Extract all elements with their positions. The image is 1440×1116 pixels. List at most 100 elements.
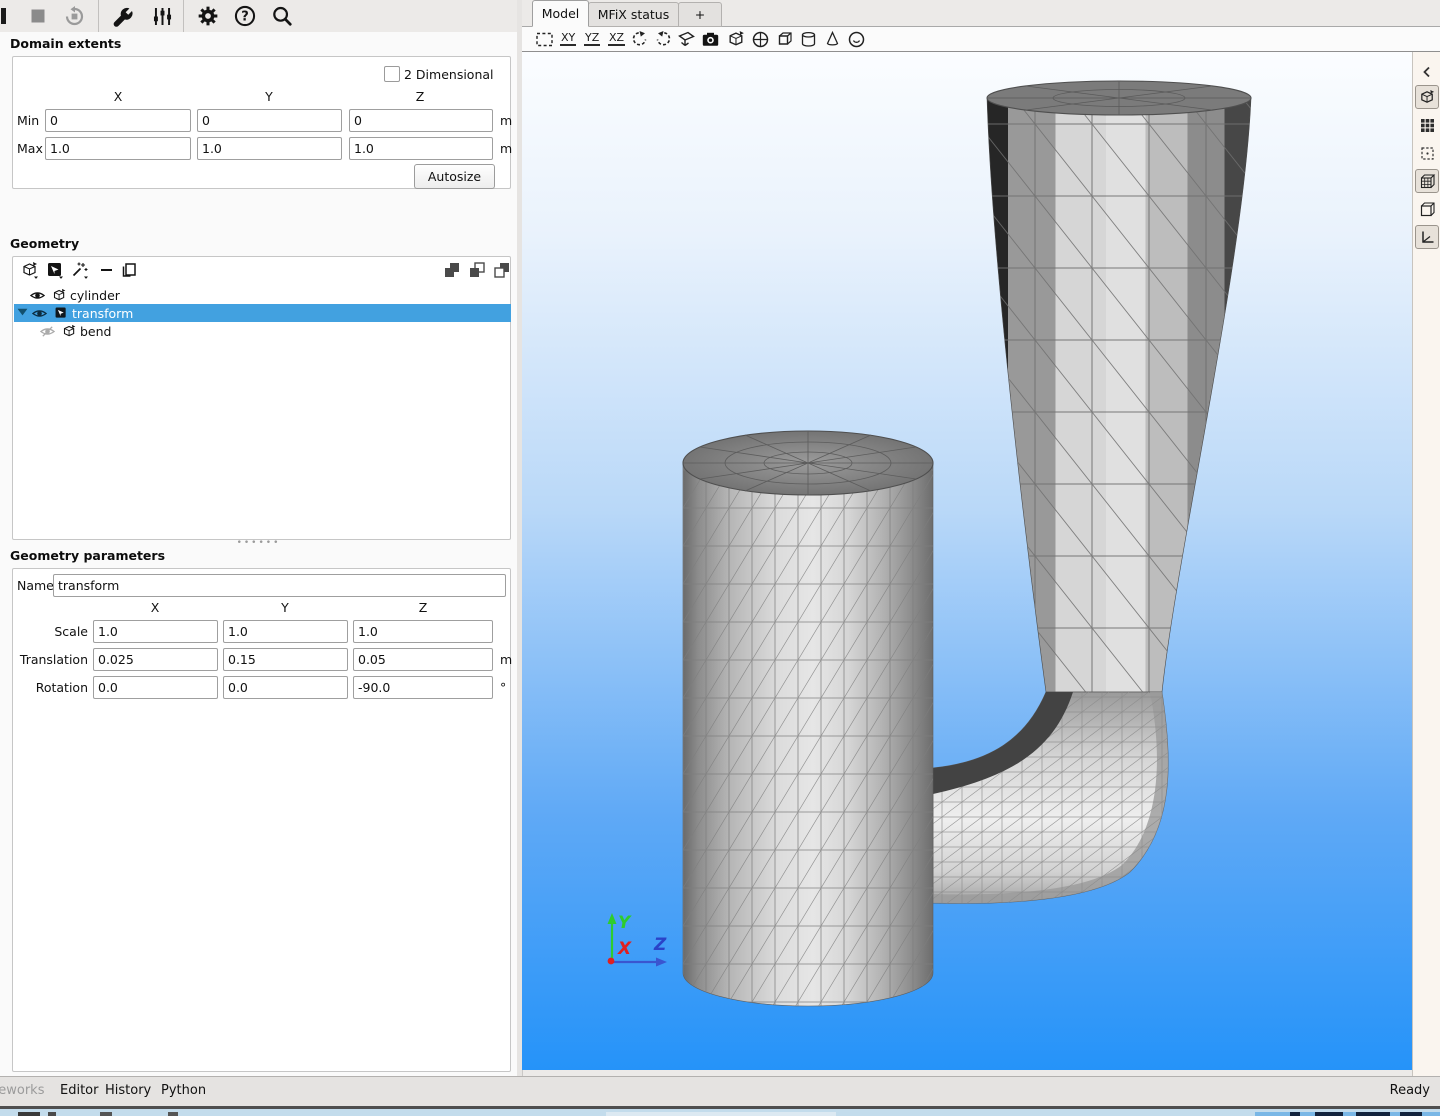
build-button[interactable]: [108, 0, 136, 32]
settings-button[interactable]: [194, 0, 222, 32]
vtk-toolbar: XY YZ XZ: [522, 27, 1440, 52]
translation-z-input[interactable]: [353, 648, 493, 671]
translation-x-input[interactable]: [93, 648, 218, 671]
svg-text:?: ?: [241, 10, 249, 25]
vtk-viewport[interactable]: Y X Z: [522, 52, 1412, 1070]
geometry-parameters-box: Name X Y Z Scale Translation m Rotation …: [12, 568, 511, 1072]
tab-add[interactable]: +: [678, 2, 722, 27]
wrench-icon: [111, 5, 134, 28]
tree-item-bend[interactable]: bend: [14, 322, 511, 340]
toggle-axes-button[interactable]: [1415, 225, 1439, 249]
pause-button[interactable]: [0, 0, 7, 32]
geometry-parameters-title: Geometry parameters: [10, 548, 165, 563]
column-y-header: Y: [239, 89, 299, 104]
mesh-left-cylinder: [683, 431, 933, 1006]
help-button[interactable]: ?: [231, 0, 259, 32]
domain-min-z-input[interactable]: [349, 109, 493, 132]
two-dimensional-checkbox[interactable]: [384, 66, 400, 82]
statusbar-tab-history[interactable]: History: [105, 1083, 151, 1098]
expander-icon[interactable]: [17, 306, 29, 321]
boolean-union-button[interactable]: [443, 261, 461, 279]
add-geometry-button[interactable]: [21, 261, 39, 279]
collapse-panel-button[interactable]: [1415, 60, 1439, 84]
toggle-grid-button[interactable]: [1415, 113, 1439, 137]
panel-splitter-handle[interactable]: ••••••: [0, 538, 517, 548]
mesh-cube-icon: [1419, 173, 1436, 190]
tree-item-transform[interactable]: transform: [14, 304, 511, 322]
regions-visibility-button[interactable]: [751, 30, 770, 49]
rotation-x-input[interactable]: [93, 676, 218, 699]
two-dimensional-label: 2 Dimensional: [404, 67, 494, 82]
scale-y-input[interactable]: [223, 620, 348, 643]
cone-visibility-button[interactable]: [823, 30, 842, 49]
viewport-side-toolbar: [1412, 52, 1440, 1076]
stop-button[interactable]: [28, 0, 48, 32]
model-setup-panel: Domain extents 2 Dimensional X Y Z Min m…: [0, 32, 517, 1076]
domain-min-x-input[interactable]: [45, 109, 191, 132]
tree-item-cylinder[interactable]: cylinder: [14, 286, 511, 304]
viewport-background: [522, 52, 1412, 1070]
wireframe-cube-icon: [1419, 201, 1436, 218]
translation-label: Translation: [13, 652, 88, 667]
toggle-mesh-button[interactable]: [1415, 169, 1439, 193]
domain-max-x-input[interactable]: [45, 137, 191, 160]
stop-icon: [31, 9, 45, 23]
axes-icon: [1419, 229, 1436, 246]
view-yz-button[interactable]: YZ: [584, 31, 600, 46]
search-button[interactable]: [268, 0, 296, 32]
reset-view-button[interactable]: [535, 30, 554, 49]
axis-y-label: Y: [618, 913, 632, 933]
geometry-visibility-button[interactable]: [727, 30, 746, 49]
domain-min-y-input[interactable]: [197, 109, 342, 132]
scale-z-input[interactable]: [353, 620, 493, 643]
circle-dash-icon: [847, 30, 866, 49]
scale-x-input[interactable]: [93, 620, 218, 643]
rotation-y-input[interactable]: [223, 676, 348, 699]
tab-model[interactable]: Model: [532, 0, 589, 27]
view-xy-button[interactable]: XY: [560, 31, 576, 46]
add-filter-button[interactable]: [46, 261, 64, 279]
copy-geometry-button[interactable]: [120, 261, 138, 279]
visibility-eye-icon[interactable]: [30, 288, 45, 303]
visibility-menu-button[interactable]: [847, 30, 866, 49]
rotate-right-button[interactable]: [654, 30, 673, 49]
gear-icon: [197, 5, 219, 27]
boolean-difference-button[interactable]: [493, 261, 511, 279]
statusbar-tab-nodeworks[interactable]: deworks: [0, 1083, 44, 1098]
toolbar-separator: [98, 0, 99, 32]
boolean-intersect-button[interactable]: [468, 261, 486, 279]
help-icon: ?: [234, 5, 256, 27]
domain-max-y-input[interactable]: [197, 137, 342, 160]
toggle-wireframe-button[interactable]: [1415, 197, 1439, 221]
visibility-eye-off-icon[interactable]: [40, 324, 55, 339]
view-xz-button[interactable]: XZ: [608, 31, 625, 46]
toggle-regions-button[interactable]: [1415, 141, 1439, 165]
difference-icon: [493, 261, 511, 279]
cylinder-visibility-button[interactable]: [799, 30, 818, 49]
geometry-name-input[interactable]: [53, 574, 506, 597]
toggle-geometry-button[interactable]: [1415, 85, 1439, 109]
reset-button[interactable]: [62, 0, 86, 32]
screenshot-button[interactable]: [701, 30, 720, 49]
domain-extents-box: 2 Dimensional X Y Z Min m Max m Autosize: [12, 56, 511, 189]
translation-y-input[interactable]: [223, 648, 348, 671]
parameters-button[interactable]: [148, 0, 176, 32]
max-unit: m: [500, 141, 512, 156]
cube-visibility-button[interactable]: [775, 30, 794, 49]
perspective-toggle-button[interactable]: [677, 30, 696, 49]
geometry-title: Geometry: [10, 236, 79, 251]
rotation-z-input[interactable]: [353, 676, 493, 699]
rotate-left-button[interactable]: [630, 30, 649, 49]
visibility-eye-icon[interactable]: [32, 306, 47, 321]
statusbar-tab-python[interactable]: Python: [161, 1083, 206, 1098]
grid-icon: [1419, 117, 1436, 134]
remove-geometry-button[interactable]: [98, 261, 116, 279]
tab-mfix-status[interactable]: MFiX status: [588, 2, 679, 27]
wand-button[interactable]: [71, 261, 89, 279]
min-unit: m: [500, 113, 512, 128]
domain-max-z-input[interactable]: [349, 137, 493, 160]
autosize-button[interactable]: Autosize: [414, 164, 495, 189]
statusbar-tab-editor[interactable]: Editor: [60, 1083, 98, 1098]
union-icon: [443, 261, 461, 279]
geometry-box: cylinder transform: [12, 256, 511, 540]
